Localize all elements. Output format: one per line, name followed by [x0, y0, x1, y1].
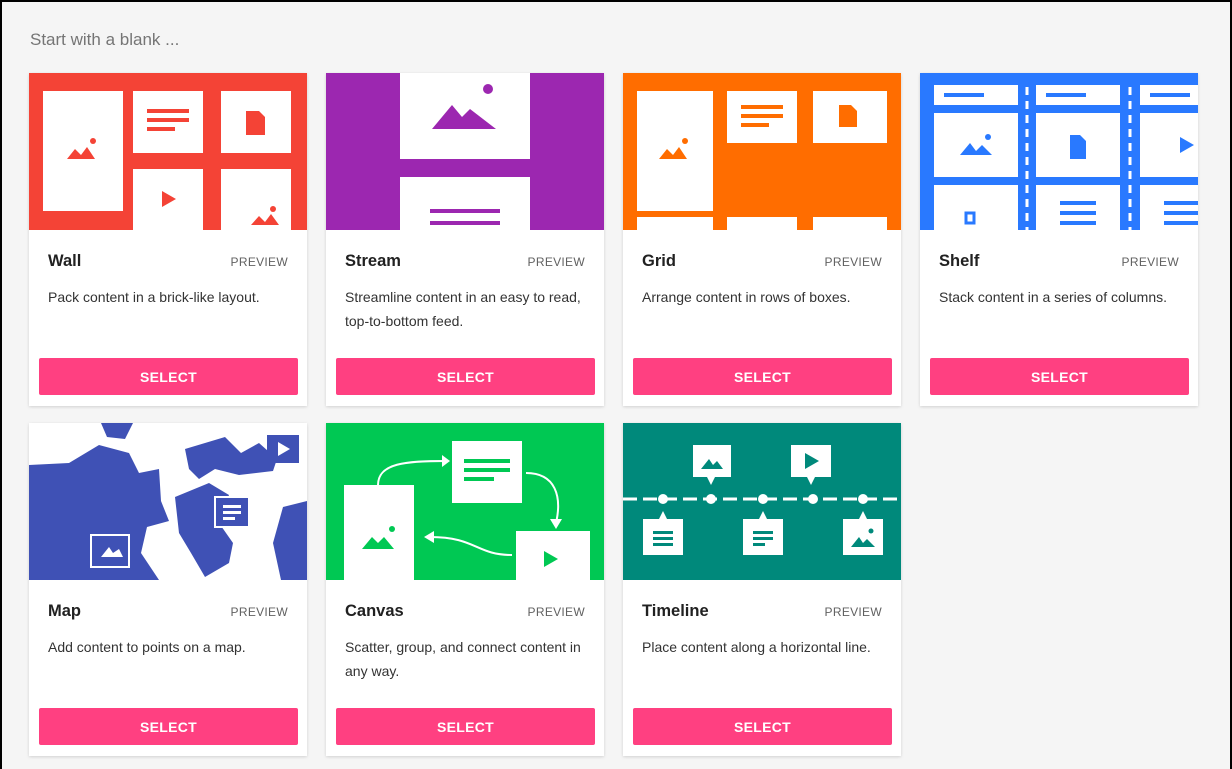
- preview-link[interactable]: PREVIEW: [528, 255, 585, 269]
- layout-card-canvas: Canvas PREVIEW Scatter, group, and conne…: [326, 423, 604, 756]
- preview-link[interactable]: PREVIEW: [528, 605, 585, 619]
- select-button[interactable]: SELECT: [633, 358, 892, 395]
- layout-title: Grid: [642, 252, 676, 270]
- preview-link[interactable]: PREVIEW: [231, 255, 288, 269]
- select-button[interactable]: SELECT: [39, 358, 298, 395]
- map-illustration-icon[interactable]: [29, 423, 307, 580]
- layout-card-shelf: Shelf PREVIEW Stack content in a series …: [920, 73, 1198, 406]
- layout-description: Pack content in a brick-like layout.: [48, 289, 260, 305]
- grid-illustration-icon[interactable]: [623, 73, 901, 230]
- layout-description: Add content to points on a map.: [48, 639, 246, 655]
- layout-card-timeline: Timeline PREVIEW Place content along a h…: [623, 423, 901, 756]
- layout-title: Stream: [345, 252, 401, 270]
- preview-link[interactable]: PREVIEW: [1122, 255, 1179, 269]
- select-button[interactable]: SELECT: [336, 708, 595, 745]
- layout-title: Canvas: [345, 602, 404, 620]
- layout-description: Place content along a horizontal line.: [642, 639, 871, 655]
- layout-description: Scatter, group, and connect content in a…: [345, 639, 581, 679]
- layout-description: Arrange content in rows of boxes.: [642, 289, 851, 305]
- stream-illustration-icon[interactable]: [326, 73, 604, 230]
- select-button[interactable]: SELECT: [39, 708, 298, 745]
- wall-illustration-icon[interactable]: [29, 73, 307, 230]
- layout-card-stream: Stream PREVIEW Streamline content in an …: [326, 73, 604, 406]
- page-heading: Start with a blank ...: [30, 30, 180, 49]
- select-button[interactable]: SELECT: [336, 358, 595, 395]
- preview-link[interactable]: PREVIEW: [231, 605, 288, 619]
- layout-card-map: Map PREVIEW Add content to points on a m…: [29, 423, 307, 756]
- layout-card-grid: Grid PREVIEW Arrange content in rows of …: [623, 73, 901, 406]
- preview-link[interactable]: PREVIEW: [825, 255, 882, 269]
- timeline-illustration-icon[interactable]: [623, 423, 901, 580]
- canvas-illustration-icon[interactable]: [326, 423, 604, 580]
- preview-link[interactable]: PREVIEW: [825, 605, 882, 619]
- layout-title: Wall: [48, 252, 82, 270]
- layout-title: Timeline: [642, 602, 709, 620]
- layout-title: Shelf: [939, 252, 980, 270]
- layout-description: Streamline content in an easy to read, t…: [345, 289, 581, 329]
- layout-card-wall: Wall PREVIEW Pack content in a brick-lik…: [29, 73, 307, 406]
- shelf-illustration-icon[interactable]: [920, 73, 1198, 230]
- select-button[interactable]: SELECT: [930, 358, 1189, 395]
- layout-description: Stack content in a series of columns.: [939, 289, 1167, 305]
- select-button[interactable]: SELECT: [633, 708, 892, 745]
- layout-title: Map: [48, 602, 81, 620]
